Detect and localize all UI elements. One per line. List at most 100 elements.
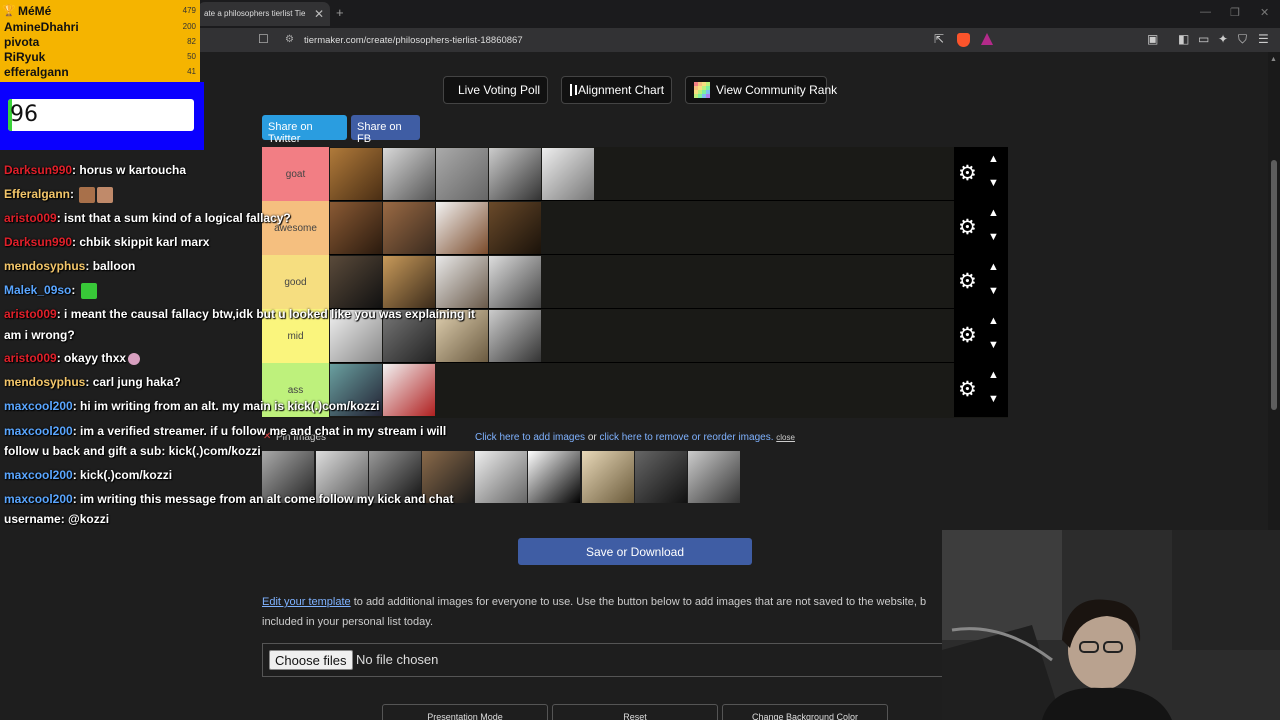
philosopher-image[interactable]	[542, 148, 594, 200]
save-download-button[interactable]: Save or Download	[518, 538, 752, 565]
chat-message: am i wrong?	[4, 325, 75, 345]
philosopher-image[interactable]	[489, 148, 541, 200]
wallet-icon[interactable]: ▭	[1198, 32, 1209, 46]
tier-controls: ⚙ ▲ ▼	[954, 255, 1008, 309]
gear-icon[interactable]: ⚙	[958, 161, 977, 186]
pool-image[interactable]	[635, 451, 687, 503]
menu-icon[interactable]: ☰	[1258, 32, 1269, 46]
chat-username[interactable]: maxcool200	[4, 468, 73, 482]
tier-mosaic-icon	[694, 82, 710, 98]
philosopher-image[interactable]	[330, 202, 382, 254]
chat-username[interactable]: Darksun990	[4, 235, 72, 249]
pool-help-text: Click here to add images or click here t…	[475, 432, 795, 443]
philosopher-image[interactable]	[489, 310, 541, 362]
chevron-down-icon[interactable]: ▼	[988, 393, 999, 405]
chevron-up-icon[interactable]: ▲	[988, 207, 999, 219]
gear-icon[interactable]: ⚙	[958, 269, 977, 294]
chat-username[interactable]: aristo009	[4, 307, 57, 321]
presentation-mode-button[interactable]: Presentation Mode	[382, 704, 548, 720]
live-voting-poll-button[interactable]: Live Voting Poll	[443, 76, 548, 104]
reset-button[interactable]: Reset	[552, 704, 718, 720]
add-images-link[interactable]: Click here to add images	[475, 432, 585, 443]
community-rank-button[interactable]: View Community Rank	[685, 76, 837, 104]
scroll-up-icon[interactable]: ▲	[1270, 56, 1277, 63]
chat-username[interactable]: Efferalgann	[4, 187, 70, 201]
chat-message: maxcool200: im a verified streamer. if u…	[4, 421, 446, 441]
share-twitter-button[interactable]: Share on Twitter	[262, 115, 347, 145]
alignment-chart-button[interactable]: Alignment Chart	[561, 76, 672, 104]
bookmark-icon[interactable]: ☐	[258, 32, 269, 46]
chevron-up-icon[interactable]: ▲	[988, 261, 999, 273]
chat-username[interactable]: aristo009	[4, 211, 57, 225]
chat-username[interactable]: mendosyphus	[4, 259, 85, 273]
leaderboard-overlay: 🏆 MéMé 479 AmineDhahri 200 pivota 82 RiR…	[0, 0, 200, 82]
pool-image[interactable]	[528, 451, 580, 503]
edit-template-text: Edit your template to add additional ima…	[262, 592, 952, 632]
leo-ai-icon[interactable]: ✦	[1218, 32, 1228, 46]
share-facebook-button[interactable]: Share on FB	[351, 115, 420, 145]
minimize-icon[interactable]: —	[1200, 6, 1211, 18]
site-settings-icon[interactable]: ⚙	[285, 34, 294, 45]
chat-username[interactable]: maxcool200	[4, 399, 73, 413]
brave-shields-icon[interactable]	[957, 33, 970, 47]
choose-files-button[interactable]: Choose files	[269, 650, 353, 670]
chat-username[interactable]: aristo009	[4, 351, 57, 365]
chat-text: am i wrong?	[4, 328, 75, 342]
browser-tab[interactable]: ate a philosophers tierlist Tie ✕	[198, 2, 330, 26]
chat-username[interactable]: maxcool200	[4, 492, 73, 506]
philosopher-image[interactable]	[436, 256, 488, 308]
sidebar-icon[interactable]: ◧	[1178, 32, 1189, 46]
pool-image[interactable]	[475, 451, 527, 503]
remove-images-link[interactable]: click here to remove or reorder images.	[600, 432, 774, 443]
chat-message: Malek_09so:	[4, 280, 97, 300]
close-link[interactable]: close	[776, 433, 795, 442]
change-background-button[interactable]: Change Background Color	[722, 704, 888, 720]
maximize-icon[interactable]: ❐	[1230, 6, 1240, 19]
pool-image[interactable]	[688, 451, 740, 503]
chat-username[interactable]: Darksun990	[4, 163, 72, 177]
chat-text: : carl jung haka?	[85, 375, 181, 389]
philosopher-image[interactable]	[436, 202, 488, 254]
tier-label[interactable]: goat	[262, 147, 329, 201]
chat-username[interactable]: Malek_09so	[4, 283, 71, 297]
chat-text: :	[70, 187, 78, 201]
chevron-up-icon[interactable]: ▲	[988, 153, 999, 165]
chat-username[interactable]: mendosyphus	[4, 375, 85, 389]
vpn-icon[interactable]: ⛉	[1238, 32, 1247, 47]
chevron-down-icon[interactable]: ▼	[988, 285, 999, 297]
gear-icon[interactable]: ⚙	[958, 215, 977, 240]
screenshot-icon[interactable]: ▣	[1147, 32, 1158, 46]
brave-rewards-icon[interactable]	[981, 33, 993, 45]
philosopher-image[interactable]	[330, 148, 382, 200]
philosopher-image[interactable]	[383, 148, 435, 200]
chevron-down-icon[interactable]: ▼	[988, 339, 999, 351]
philosopher-image[interactable]	[436, 148, 488, 200]
scrollbar-thumb[interactable]	[1271, 160, 1277, 410]
philosopher-image[interactable]	[383, 256, 435, 308]
philosopher-image[interactable]	[330, 256, 382, 308]
close-window-icon[interactable]: ✕	[1260, 6, 1269, 19]
chevron-down-icon[interactable]: ▼	[988, 177, 999, 189]
chat-username[interactable]: maxcool200	[4, 424, 73, 438]
philosopher-image[interactable]	[489, 202, 541, 254]
chat-message: Efferalgann:	[4, 184, 114, 204]
tier-label[interactable]: good	[262, 255, 329, 309]
chat-text: : hi im writing from an alt. my main is …	[72, 399, 380, 413]
share-icon[interactable]: ⇱	[934, 32, 944, 46]
philosopher-image[interactable]	[489, 256, 541, 308]
edit-template-link[interactable]: Edit your template	[262, 596, 351, 608]
philosopher-image[interactable]	[383, 364, 435, 416]
gear-icon[interactable]: ⚙	[958, 377, 977, 402]
philosopher-image[interactable]	[383, 202, 435, 254]
chat-message: maxcool200: kick(.)com/kozzi	[4, 465, 172, 485]
gear-icon[interactable]: ⚙	[958, 323, 977, 348]
address-bar[interactable]: tiermaker.com/create/philosophers-tierli…	[304, 35, 523, 46]
chevron-up-icon[interactable]: ▲	[988, 369, 999, 381]
grid-icon	[570, 84, 577, 96]
tab-close-icon[interactable]: ✕	[314, 7, 324, 21]
chevron-down-icon[interactable]: ▼	[988, 231, 999, 243]
new-tab-button[interactable]: +	[336, 5, 344, 20]
chat-text: : i meant the causal fallacy btw,idk but…	[56, 307, 476, 321]
chevron-up-icon[interactable]: ▲	[988, 315, 999, 327]
pool-image[interactable]	[582, 451, 634, 503]
